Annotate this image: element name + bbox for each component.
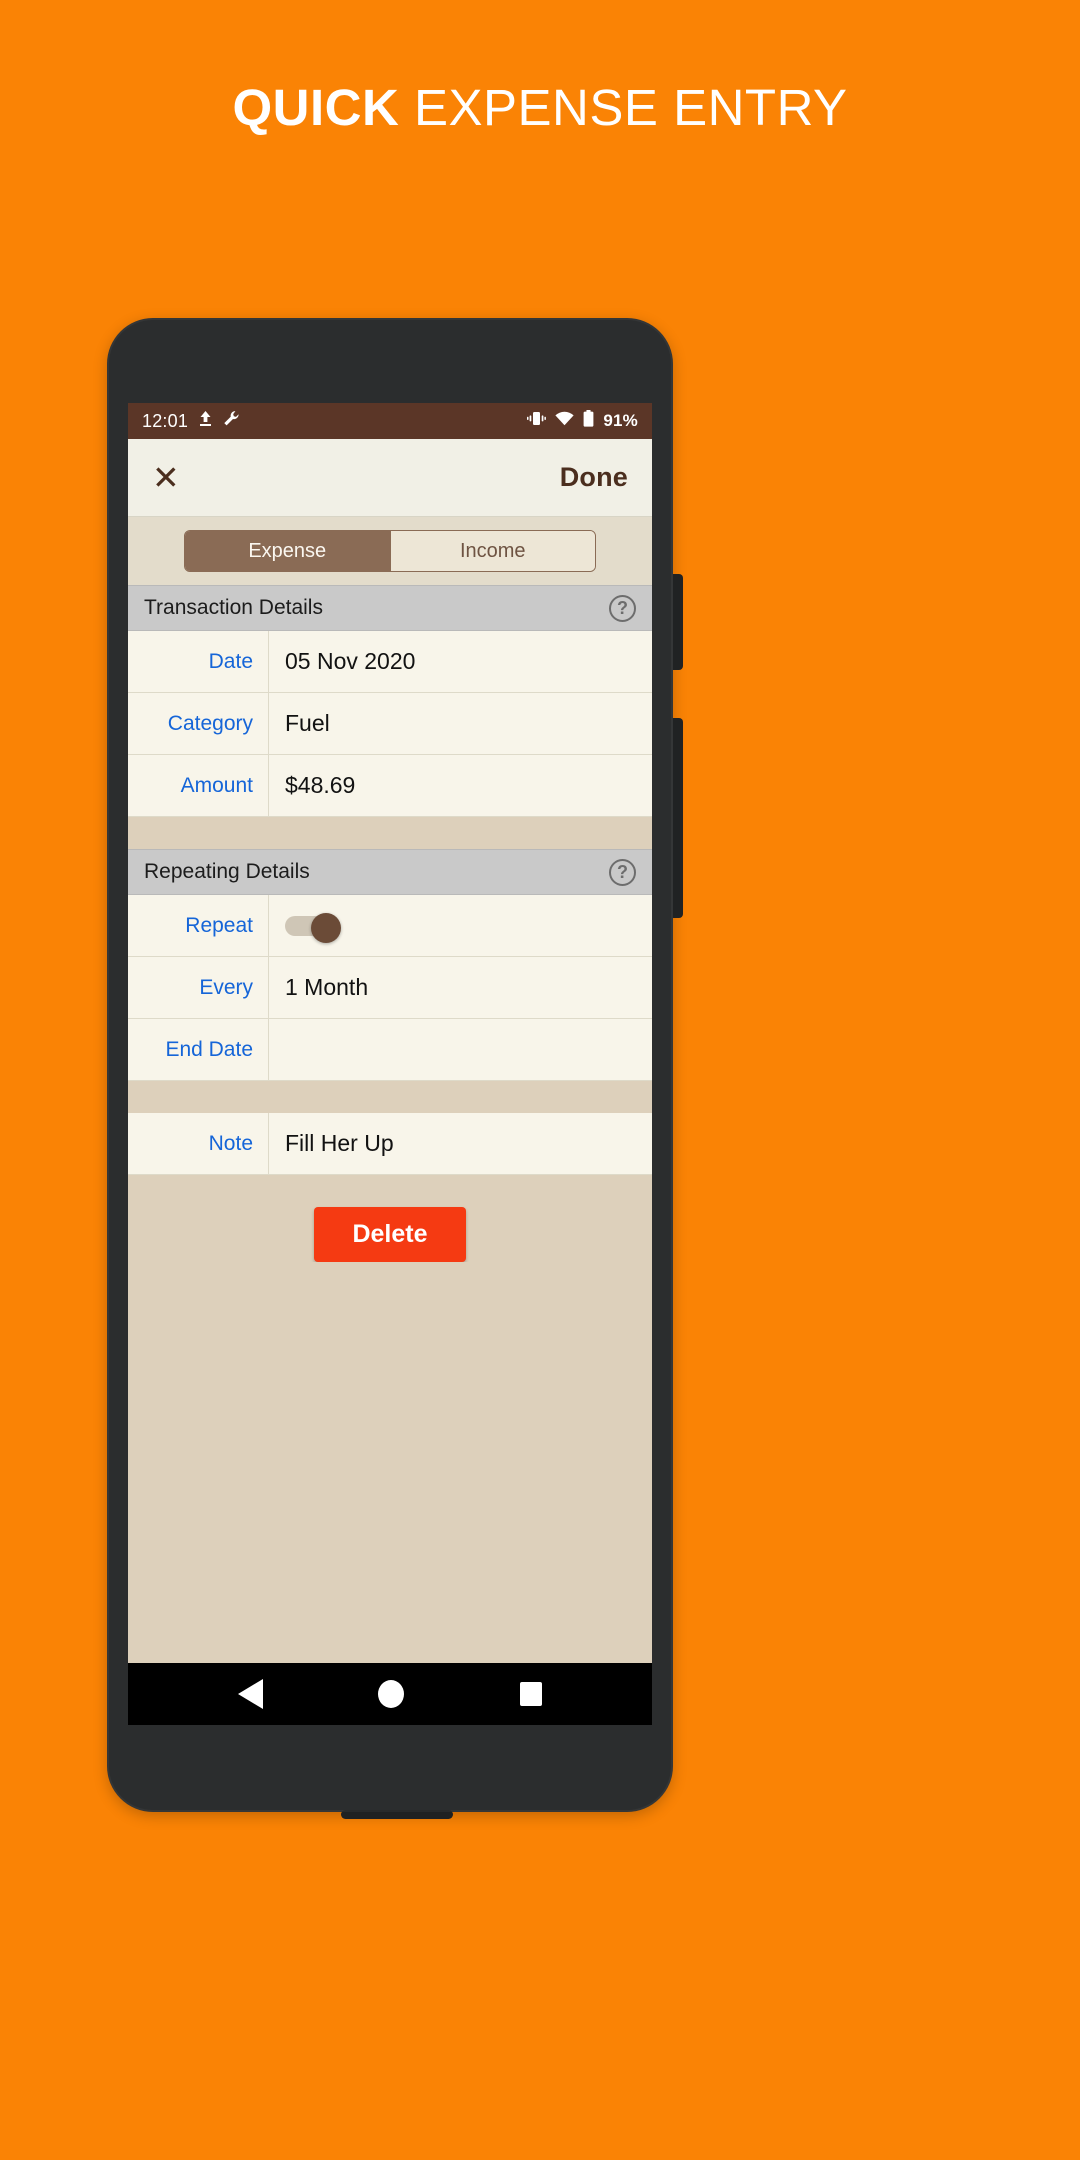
android-nav-bar bbox=[128, 1663, 652, 1725]
section-title: Repeating Details bbox=[144, 860, 310, 883]
segment-income[interactable]: Income bbox=[389, 531, 595, 571]
row-amount[interactable]: Amount $48.69 bbox=[128, 755, 652, 817]
back-triangle-icon[interactable] bbox=[237, 1679, 263, 1709]
close-icon[interactable]: ✕ bbox=[152, 461, 180, 494]
wrench-icon bbox=[223, 410, 240, 432]
power-button[interactable] bbox=[673, 574, 683, 670]
row-value[interactable]: 05 Nov 2020 bbox=[269, 631, 652, 692]
row-label: End Date bbox=[128, 1019, 269, 1080]
row-label: Amount bbox=[128, 755, 269, 816]
status-clock: 12:01 bbox=[142, 410, 189, 431]
row-value[interactable]: Fuel bbox=[269, 693, 652, 754]
phone-device-frame: 12:01 91% ✕ Done Expense Income Transact… bbox=[107, 318, 683, 1819]
row-value[interactable]: 1 Month bbox=[269, 957, 652, 1018]
row-note[interactable]: Note Fill Her Up bbox=[128, 1113, 652, 1175]
row-value[interactable]: $48.69 bbox=[269, 755, 652, 816]
row-label: Category bbox=[128, 693, 269, 754]
section-title: Transaction Details bbox=[144, 596, 323, 619]
toggle-thumb[interactable] bbox=[311, 912, 341, 943]
status-bar-right: 91% bbox=[527, 410, 638, 432]
vibrate-icon bbox=[527, 411, 547, 431]
upload-icon bbox=[198, 410, 213, 432]
phone-screen: 12:01 91% ✕ Done Expense Income Transact… bbox=[128, 403, 652, 1725]
delete-button-container: Delete bbox=[128, 1175, 652, 1262]
row-label: Every bbox=[128, 957, 269, 1018]
row-label: Repeat bbox=[128, 895, 269, 956]
home-circle-icon[interactable] bbox=[378, 1680, 405, 1708]
volume-button[interactable] bbox=[673, 718, 683, 918]
done-button[interactable]: Done bbox=[560, 462, 628, 493]
bottom-speaker-icon bbox=[341, 1810, 453, 1819]
row-repeat[interactable]: Repeat bbox=[128, 895, 652, 957]
content-filler bbox=[128, 1262, 652, 1663]
row-value[interactable] bbox=[269, 1019, 652, 1080]
section-gap bbox=[128, 1081, 652, 1113]
section-gap bbox=[128, 817, 652, 849]
delete-button[interactable]: Delete bbox=[314, 1207, 466, 1262]
row-date[interactable]: Date 05 Nov 2020 bbox=[128, 631, 652, 693]
segmented-control[interactable]: Expense Income bbox=[184, 530, 596, 572]
page-title-bold: QUICK bbox=[232, 79, 400, 136]
page-title: QUICK EXPENSE ENTRY bbox=[0, 78, 1080, 137]
row-every[interactable]: Every 1 Month bbox=[128, 957, 652, 1019]
segmented-control-container: Expense Income bbox=[128, 517, 652, 585]
battery-icon bbox=[583, 410, 594, 432]
row-value[interactable]: Fill Her Up bbox=[269, 1113, 652, 1174]
status-bar: 12:01 91% bbox=[128, 403, 652, 439]
question-mark-icon[interactable]: ? bbox=[609, 594, 636, 622]
question-mark-icon[interactable]: ? bbox=[609, 858, 636, 886]
row-label: Date bbox=[128, 631, 269, 692]
row-label: Note bbox=[128, 1113, 269, 1174]
recents-square-icon[interactable] bbox=[520, 1682, 543, 1706]
section-header-repeating-details: Repeating Details ? bbox=[128, 849, 652, 895]
segment-expense[interactable]: Expense bbox=[185, 531, 390, 571]
page-title-light: EXPENSE ENTRY bbox=[399, 79, 848, 136]
app-toolbar: ✕ Done bbox=[128, 439, 652, 517]
row-category[interactable]: Category Fuel bbox=[128, 693, 652, 755]
repeat-toggle[interactable] bbox=[285, 912, 341, 943]
battery-percent-label: 91% bbox=[603, 411, 638, 430]
wifi-icon bbox=[555, 411, 574, 431]
row-value bbox=[269, 895, 652, 956]
section-header-transaction-details: Transaction Details ? bbox=[128, 585, 652, 631]
row-end-date[interactable]: End Date bbox=[128, 1019, 652, 1081]
status-bar-left: 12:01 bbox=[142, 410, 240, 432]
